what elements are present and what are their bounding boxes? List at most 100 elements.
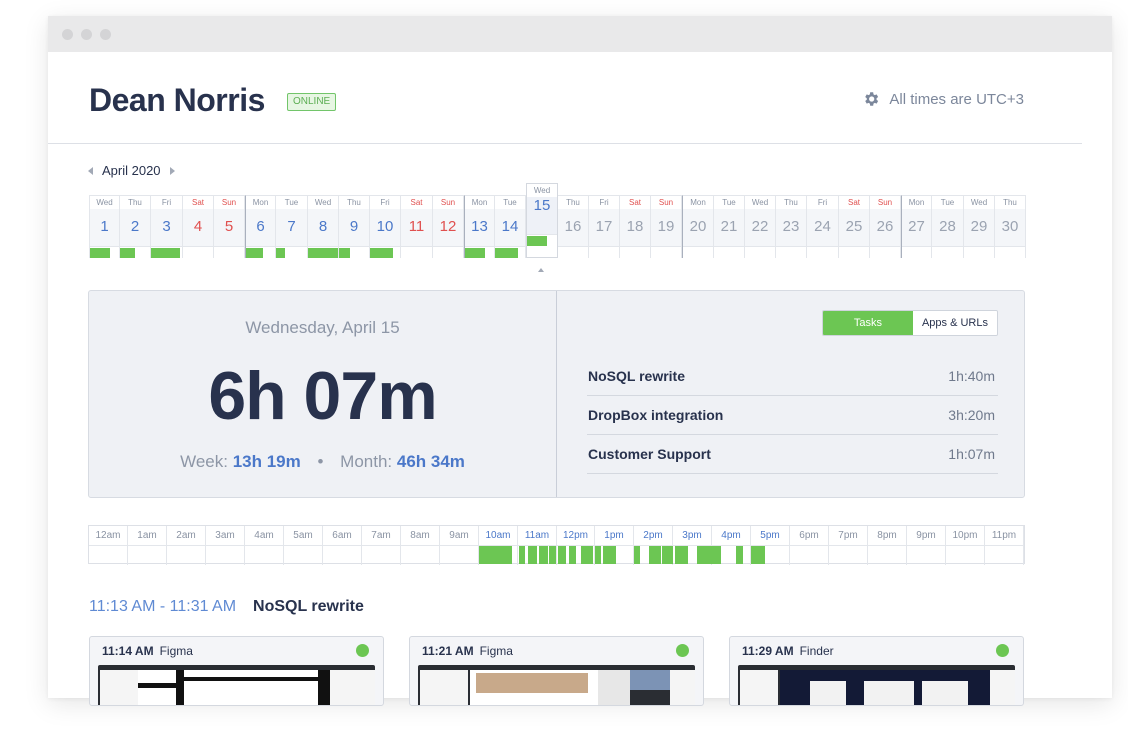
calendar-day-24[interactable]: Fri 24	[807, 195, 839, 258]
calendar-day-weekday: Tue	[284, 198, 299, 207]
timeline-hour-label: 7am	[362, 526, 401, 545]
calendar-day-activity-fill	[495, 248, 518, 258]
timeline-activity-segment[interactable]	[634, 546, 641, 564]
calendar-day-number: 11	[408, 218, 425, 235]
window-close-button[interactable]	[62, 28, 73, 40]
calendar-day-9[interactable]: Thu 9	[339, 195, 370, 258]
calendar-day-number: 25	[845, 218, 863, 235]
task-list: NoSQL rewrite 1h:40m DropBox integration…	[587, 357, 998, 474]
month-total-label: Month:	[340, 452, 393, 471]
screenshot-thumbnail[interactable]	[738, 665, 1015, 705]
calendar-day-19[interactable]: Sun 19	[651, 195, 682, 258]
calendar-day-number: 19	[657, 218, 675, 235]
timeline-hour-label: 10pm	[946, 526, 985, 545]
timeline-activity-segment[interactable]	[675, 546, 689, 564]
window-maximize-button[interactable]	[100, 28, 111, 40]
timeline-activity-segment[interactable]	[649, 546, 661, 564]
calendar-day-activity-bar	[151, 246, 182, 258]
calendar-day-15[interactable]: Wed 15	[526, 183, 558, 258]
calendar-day-23[interactable]: Thu 23	[776, 195, 807, 258]
calendar-day-13[interactable]: Mon 13	[464, 195, 495, 258]
timeline-activity-segment[interactable]	[696, 546, 721, 564]
timeline-hour-label: 4pm	[712, 526, 751, 545]
screenshot-card[interactable]: 11:29 AM Finder	[729, 636, 1024, 706]
screenshot-card[interactable]: 11:21 AM Figma	[409, 636, 704, 706]
timeline-activity-segment[interactable]	[595, 546, 602, 564]
calendar-day-number: 17	[595, 218, 613, 235]
calendar-day-4[interactable]: Sat 4	[183, 195, 214, 258]
calendar-day-10[interactable]: Fri 10	[370, 195, 401, 258]
timeline-activity-segment[interactable]	[736, 546, 743, 564]
tab-tasks[interactable]: Tasks	[822, 311, 913, 335]
calendar-day-activity-bar	[527, 234, 557, 246]
calendar-day-16[interactable]: Thu 16	[558, 195, 589, 258]
tab-apps-urls[interactable]: Apps & URLs	[912, 311, 997, 335]
calendar-day-number: 5	[224, 218, 234, 235]
window-minimize-button[interactable]	[81, 28, 92, 40]
timeline-hour-label: 2am	[167, 526, 206, 545]
calendar-day-1[interactable]: Wed 1	[89, 195, 120, 258]
calendar-day-7[interactable]: Tue 7	[276, 195, 308, 258]
screenshot-thumbnail[interactable]	[418, 665, 695, 705]
calendar-day-activity-fill	[90, 248, 111, 258]
calendar-day-6[interactable]: Mon 6	[245, 195, 276, 258]
calendar-day-29[interactable]: Wed 29	[964, 195, 995, 258]
task-row[interactable]: Customer Support 1h:07m	[587, 435, 998, 474]
calendar-day-30[interactable]: Thu 30	[995, 195, 1026, 258]
calendar-day-26[interactable]: Sun 26	[870, 195, 901, 258]
calendar-day-weekday: Wed	[970, 198, 988, 207]
calendar-day-20[interactable]: Mon 20	[682, 195, 714, 258]
timeline-hour-label: 9am	[440, 526, 479, 545]
timeline-activity-segment[interactable]	[603, 546, 616, 564]
calendar-day-activity-bar	[964, 246, 994, 258]
prev-month-arrow-icon[interactable]	[88, 166, 93, 175]
calendar-day-14[interactable]: Tue 14	[495, 195, 526, 258]
task-row[interactable]: NoSQL rewrite 1h:40m	[587, 357, 998, 396]
gear-icon[interactable]	[862, 90, 880, 108]
calendar-day-activity-bar	[995, 246, 1025, 258]
task-row[interactable]: DropBox integration 3h:20m	[587, 396, 998, 435]
calendar-day-activity-bar	[932, 246, 963, 258]
screenshot-card[interactable]: 11:14 AM Figma	[89, 636, 384, 706]
calendar-day-number: 8	[318, 218, 328, 235]
timezone-info[interactable]: All times are UTC+3	[862, 90, 1024, 108]
calendar-day-11[interactable]: Sat 11	[401, 195, 433, 258]
screenshot-thumbnail[interactable]	[98, 665, 375, 705]
timeline-hour-label: 6pm	[790, 526, 829, 545]
calendar-day-2[interactable]: Thu 2	[120, 195, 151, 258]
calendar-day-number: 28	[939, 218, 956, 235]
calendar-day-8[interactable]: Wed 8	[308, 195, 339, 258]
calendar-day-28[interactable]: Tue 28	[932, 195, 964, 258]
timeline-activity-segment[interactable]	[662, 546, 674, 564]
calendar-day-21[interactable]: Tue 21	[714, 195, 745, 258]
calendar-day-weekday: Thu	[1003, 198, 1017, 207]
timeline-activity-segment[interactable]	[568, 546, 576, 564]
timeline-activity-segment[interactable]	[519, 546, 526, 564]
calendar-day-3[interactable]: Fri 3	[151, 195, 183, 258]
calendar-day-weekday: Mon	[471, 198, 488, 207]
timeline-activity-segment[interactable]	[558, 546, 567, 564]
calendar-day-25[interactable]: Sat 25	[839, 195, 870, 258]
timeline-activity-segment[interactable]	[750, 546, 765, 564]
calendar-day-activity-bar	[246, 246, 275, 258]
timeline-activity-segment[interactable]	[538, 546, 548, 564]
timeline-activity-track	[89, 545, 1024, 565]
calendar-day-18[interactable]: Sat 18	[620, 195, 651, 258]
calendar-day-activity-fill	[527, 236, 547, 246]
calendar-day-5[interactable]: Sun 5	[214, 195, 245, 258]
month-label: April 2020	[102, 163, 161, 178]
timeline-activity-segment[interactable]	[528, 546, 537, 564]
task-name: NoSQL rewrite	[588, 368, 685, 384]
calendar-day-activity-bar	[465, 246, 494, 258]
timeline-activity-segment[interactable]	[478, 546, 512, 564]
calendar-day-17[interactable]: Fri 17	[589, 195, 620, 258]
calendar-day-22[interactable]: Wed 22	[745, 195, 776, 258]
calendar-day-number: 10	[376, 218, 394, 235]
timeline-activity-segment[interactable]	[580, 546, 594, 564]
timeline-activity-segment[interactable]	[549, 546, 557, 564]
calendar-day-weekday: Tue	[940, 198, 955, 207]
next-month-arrow-icon[interactable]	[169, 166, 175, 175]
timeline-hour-label: 1pm	[595, 526, 634, 545]
calendar-day-27[interactable]: Mon 27	[901, 195, 932, 258]
calendar-day-12[interactable]: Sun 12	[433, 195, 464, 258]
